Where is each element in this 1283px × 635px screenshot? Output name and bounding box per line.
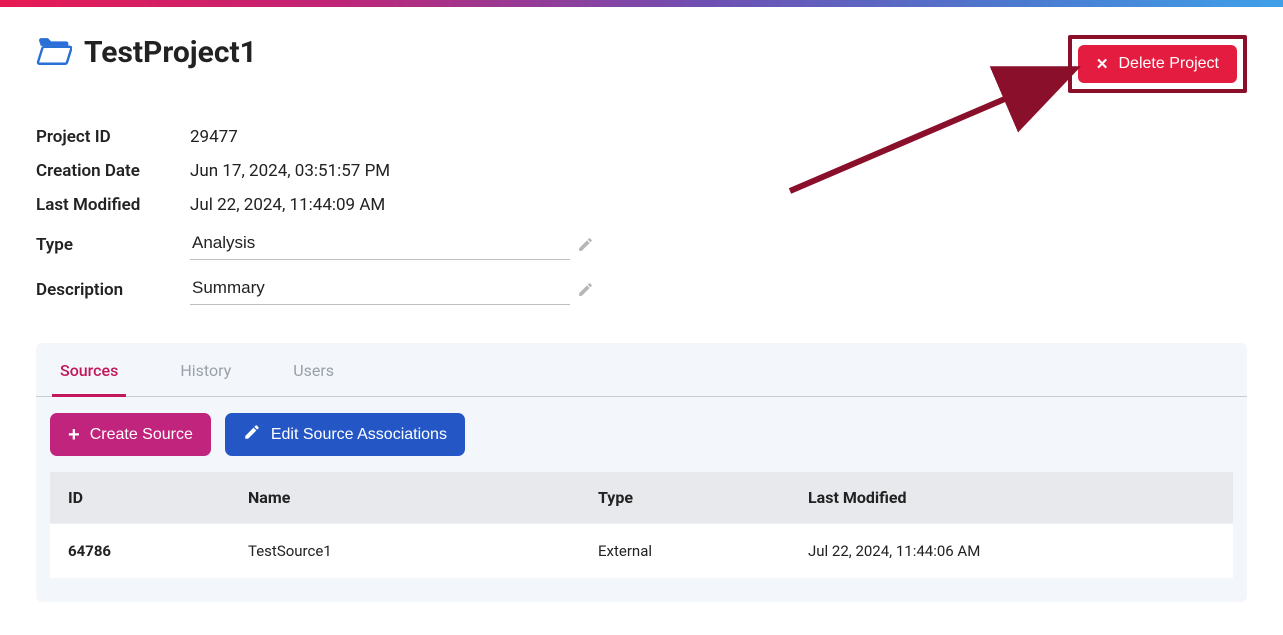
cell-type: External xyxy=(580,524,790,579)
folder-open-icon xyxy=(36,36,72,70)
col-id[interactable]: ID xyxy=(50,472,230,524)
project-id-value: 29477 xyxy=(190,127,570,147)
col-type[interactable]: Type xyxy=(580,472,790,524)
edit-assoc-label: Edit Source Associations xyxy=(271,426,447,444)
create-source-label: Create Source xyxy=(90,426,193,444)
delete-button-highlight: ✕ Delete Project xyxy=(1068,35,1247,93)
tab-sources[interactable]: Sources xyxy=(52,343,126,397)
creation-date-value: Jun 17, 2024, 03:51:57 PM xyxy=(190,161,570,181)
delete-project-button[interactable]: ✕ Delete Project xyxy=(1078,45,1237,83)
pencil-icon[interactable] xyxy=(570,236,600,253)
table-header-row: ID Name Type Last Modified xyxy=(50,472,1233,524)
cell-id: 64786 xyxy=(50,524,230,579)
delete-project-label: Delete Project xyxy=(1119,55,1220,73)
edit-icon xyxy=(243,423,261,446)
close-icon: ✕ xyxy=(1096,57,1109,72)
col-name[interactable]: Name xyxy=(230,472,580,524)
last-modified-value: Jul 22, 2024, 11:44:09 AM xyxy=(190,195,570,215)
pencil-icon[interactable] xyxy=(570,281,600,298)
page-title: TestProject1 xyxy=(84,35,257,70)
description-label: Description xyxy=(36,280,190,300)
type-field[interactable] xyxy=(190,229,570,260)
edit-source-associations-button[interactable]: Edit Source Associations xyxy=(225,413,465,456)
tab-bar: Sources History Users xyxy=(36,343,1247,397)
tab-users[interactable]: Users xyxy=(285,343,342,397)
description-field[interactable] xyxy=(190,274,570,305)
tab-history[interactable]: History xyxy=(172,343,239,397)
sources-toolbar: + Create Source Edit Source Associations xyxy=(50,397,1233,472)
page-header: TestProject1 ✕ Delete Project xyxy=(36,35,1247,93)
project-id-label: Project ID xyxy=(36,127,190,147)
col-last-modified[interactable]: Last Modified xyxy=(790,472,1233,524)
sources-table: ID Name Type Last Modified 64786 TestSou… xyxy=(50,472,1233,578)
content-card: Sources History Users + Create Source Ed… xyxy=(36,343,1247,602)
create-source-button[interactable]: + Create Source xyxy=(50,413,211,456)
cell-name: TestSource1 xyxy=(230,524,580,579)
creation-date-label: Creation Date xyxy=(36,161,190,181)
plus-icon: + xyxy=(68,425,80,445)
last-modified-label: Last Modified xyxy=(36,195,190,215)
type-label: Type xyxy=(36,235,190,255)
project-metadata: Project ID 29477 Creation Date Jun 17, 2… xyxy=(36,127,1247,305)
brand-gradient-bar xyxy=(0,0,1283,7)
cell-last-modified: Jul 22, 2024, 11:44:06 AM xyxy=(790,524,1233,579)
table-row[interactable]: 64786 TestSource1 External Jul 22, 2024,… xyxy=(50,524,1233,579)
